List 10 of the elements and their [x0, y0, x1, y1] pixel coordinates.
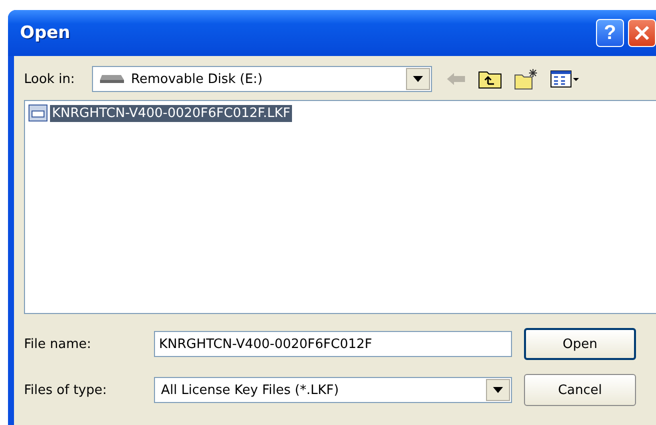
- look-in-dropdown[interactable]: Removable Disk (E:): [92, 66, 432, 92]
- look-in-label: Look in:: [24, 72, 76, 86]
- file-item[interactable]: KNRGHTCN-V400-0020F6FC012F.LKF: [50, 104, 292, 122]
- file-name-field[interactable]: KNRGHTCN-V400-0020F6FC012F: [154, 331, 512, 357]
- open-button[interactable]: Open: [524, 328, 636, 360]
- files-of-type-label: Files of type:: [24, 382, 108, 398]
- file-type-dropdown[interactable]: All License Key Files (*.LKF): [154, 377, 512, 403]
- cancel-button[interactable]: Cancel: [524, 374, 636, 406]
- file-name-label: File name:: [24, 336, 92, 352]
- window-title: Open: [20, 23, 72, 43]
